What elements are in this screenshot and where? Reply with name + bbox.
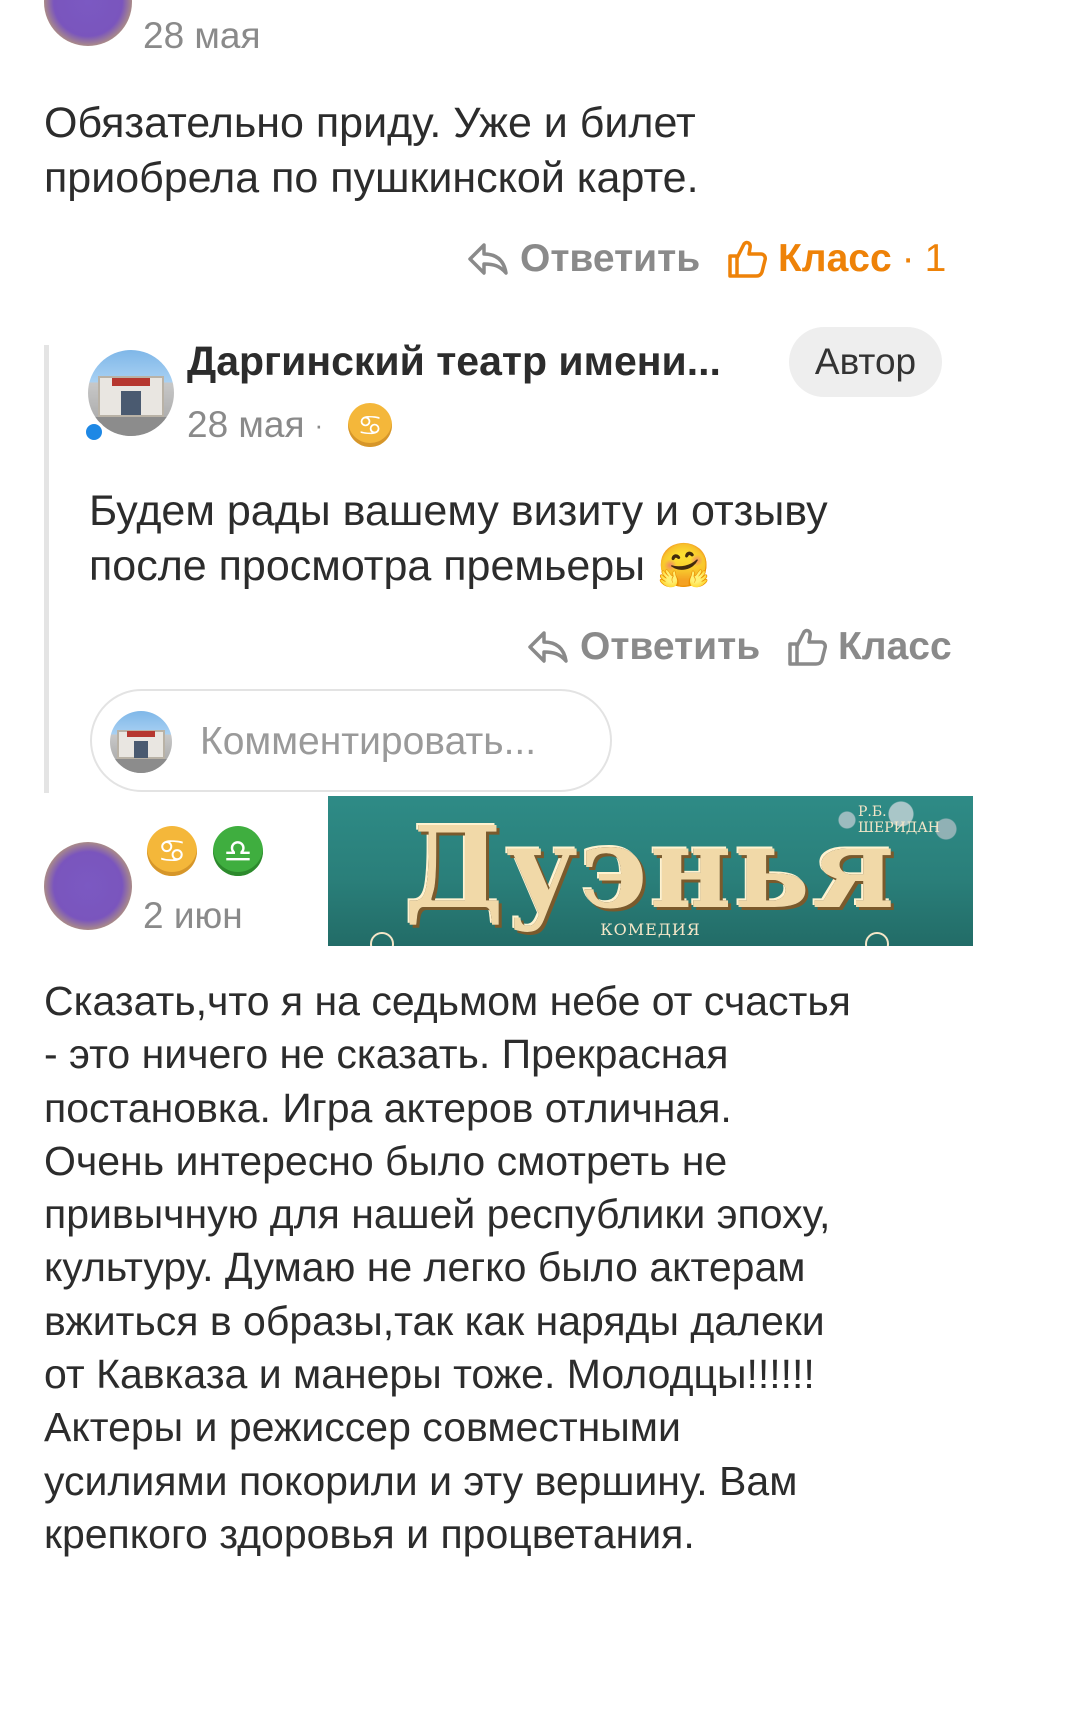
comment-text-line: вжиться в образы,так как наряды далеки [44, 1297, 825, 1344]
date-separator: · [314, 409, 324, 440]
comment-text-line: культуру. Думаю не легко было актерам [44, 1244, 806, 1291]
comment-input[interactable]: Комментировать... [90, 689, 612, 792]
comment-date: 28 мая [143, 15, 261, 56]
banner-title: Дуэнья [404, 803, 897, 934]
comment-input-placeholder: Комментировать... [200, 720, 537, 763]
reply-icon [528, 631, 568, 663]
like-button[interactable]: Класс · 1 [726, 237, 946, 281]
reply-label: Ответить [580, 625, 761, 668]
reply-text: Будем рады вашему визиту и отзыву после … [89, 484, 828, 594]
comment-text-line: от Кавказа и манеры тоже. Молодцы!!!!!! [44, 1351, 815, 1398]
libra-zodiac-icon: ♎ [213, 826, 263, 876]
comment-text-line: - это ничего не сказать. Прекрасная [44, 1031, 729, 1078]
user-avatar[interactable] [44, 842, 132, 930]
like-label: Класс [778, 237, 892, 280]
comment-text-line: Сказать,что я на седьмом небе от счастья [44, 978, 851, 1024]
comment-text: Сказать,что я на седьмом небе от счастья… [44, 975, 851, 1561]
reply-date-text: 28 мая [187, 404, 305, 445]
reply-button[interactable]: Ответить [526, 625, 760, 669]
my-avatar [110, 711, 172, 773]
comment-text-line: Обязательно приду. Уже и билет [44, 99, 696, 147]
comment-text-line: Актеры и режиссер совместными [44, 1404, 681, 1451]
like-separator: · [901, 237, 915, 280]
like-count[interactable]: 1 [925, 237, 947, 281]
author-badge: Автор [789, 327, 942, 397]
user-avatar[interactable] [44, 0, 132, 46]
reply-date: 28 мая · [187, 404, 323, 446]
comment-text-line: постановка. Игра актеров отличная. [44, 1084, 732, 1131]
reply-icon [468, 243, 508, 275]
cancer-zodiac-icon: ♋ [147, 826, 197, 876]
reply-thread-line [44, 345, 49, 793]
like-button[interactable]: Класс [786, 625, 952, 669]
reply-button[interactable]: Ответить [466, 237, 700, 281]
reply-text-line: Будем рады вашему визиту и отзыву [89, 487, 828, 535]
thumbs-up-icon [788, 628, 827, 666]
comment-text: Обязательно приду. Уже и билет приобрела… [44, 96, 699, 206]
like-label: Класс [838, 625, 952, 668]
reply-author-name[interactable]: Даргинский театр имени... [187, 338, 721, 385]
reply-label: Ответить [520, 237, 701, 280]
cancer-zodiac-icon: ♋ [348, 403, 392, 447]
comment-text-line: привычную для нашей республики эпоху, [44, 1191, 831, 1238]
thumbs-up-icon [728, 240, 767, 278]
online-status-dot [83, 421, 105, 443]
comment-text-line: Очень интересно было смотреть не [44, 1137, 728, 1184]
comment-text-line: приобрела по пушкинской карте. [44, 154, 699, 202]
play-banner-image[interactable]: Р.Б. ШЕРИДАН Дуэнья КОМЕДИЯ [328, 796, 973, 946]
comment-text-line: крепкого здоровья и процветания. [44, 1510, 695, 1557]
comment-date: 2 июн [143, 895, 243, 936]
reply-text-line: после просмотра премьеры 🤗 [89, 542, 711, 590]
comment-text-line: усилиями покорили и эту вершину. Вам [44, 1457, 798, 1504]
